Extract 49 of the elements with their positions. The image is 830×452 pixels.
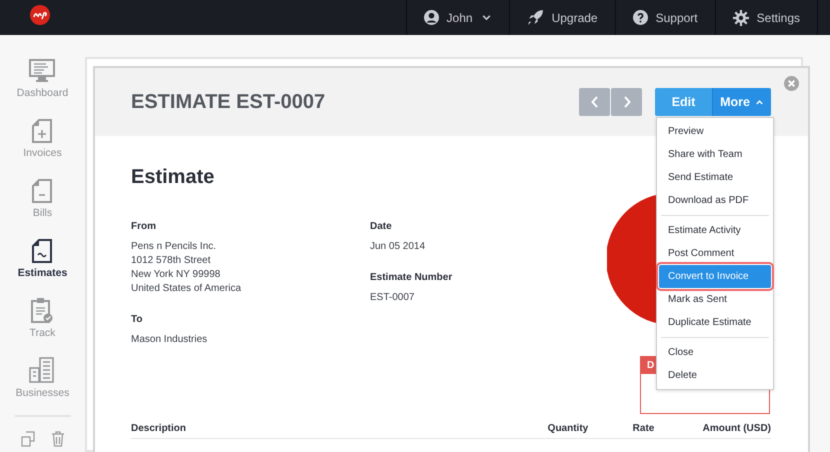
menu-item[interactable]: Estimate Activity bbox=[659, 219, 771, 242]
nav-link[interactable]: Upgrade bbox=[508, 0, 615, 35]
minus-document-icon bbox=[32, 179, 52, 203]
field-label: To bbox=[131, 314, 144, 325]
user-icon bbox=[424, 10, 439, 25]
menu-item[interactable]: Preview bbox=[659, 120, 771, 143]
settings-icon bbox=[732, 10, 749, 26]
sidebar-item[interactable]: Estimates bbox=[18, 267, 68, 279]
menu-item[interactable]: Send Estimate bbox=[659, 166, 771, 189]
copy-icon[interactable] bbox=[20, 431, 36, 447]
column-header: Description bbox=[131, 423, 188, 434]
monitor-icon bbox=[29, 59, 56, 83]
column-header: Rate bbox=[632, 423, 656, 434]
chevron-right-icon bbox=[622, 96, 630, 108]
address-line: New York NY 99998 bbox=[131, 268, 222, 282]
address-line: Pens n Pencils Inc. bbox=[131, 240, 218, 254]
column-header: Quantity bbox=[548, 423, 590, 434]
document-heading: Estimate bbox=[131, 166, 214, 189]
rocket-icon bbox=[526, 9, 544, 26]
field-label: Estimate Number bbox=[370, 272, 452, 283]
address-line: 1012 578th Street bbox=[131, 254, 212, 268]
close-icon[interactable] bbox=[784, 76, 799, 91]
help-icon bbox=[632, 10, 648, 25]
menu-item[interactable]: Mark as Sent bbox=[659, 288, 771, 311]
buildings-icon bbox=[29, 357, 56, 383]
field-label: Date bbox=[370, 221, 393, 232]
nav-link[interactable]: Support bbox=[614, 0, 715, 35]
column-header: Amount (USD) bbox=[702, 423, 771, 434]
app-logo[interactable] bbox=[30, 5, 50, 25]
field-label: From bbox=[131, 221, 157, 232]
dialog-title: ESTIMATE EST-0007 bbox=[131, 90, 326, 114]
menu-item[interactable]: Duplicate Estimate bbox=[659, 311, 771, 334]
address-line: United States of America bbox=[131, 282, 242, 296]
field-value: Jun 05 2014 bbox=[370, 240, 426, 254]
menu-item[interactable]: Download as PDF bbox=[659, 189, 771, 212]
caret-icon bbox=[754, 98, 764, 106]
previous-button[interactable] bbox=[579, 88, 610, 116]
user-menu[interactable]: John bbox=[406, 0, 509, 35]
menu-item[interactable]: Share with Team bbox=[659, 143, 771, 166]
chevron-left-icon bbox=[590, 96, 598, 108]
nav-link[interactable]: Settings bbox=[714, 0, 818, 35]
customer-name: Mason Industries bbox=[131, 333, 208, 347]
clipboard-icon bbox=[31, 297, 54, 323]
wave-document-icon bbox=[32, 239, 52, 263]
menu-item[interactable]: Post Comment bbox=[659, 242, 771, 265]
next-button[interactable] bbox=[611, 88, 642, 116]
plus-document-icon bbox=[32, 119, 52, 143]
field-value: EST-0007 bbox=[370, 291, 416, 305]
trash-icon[interactable] bbox=[50, 431, 64, 447]
